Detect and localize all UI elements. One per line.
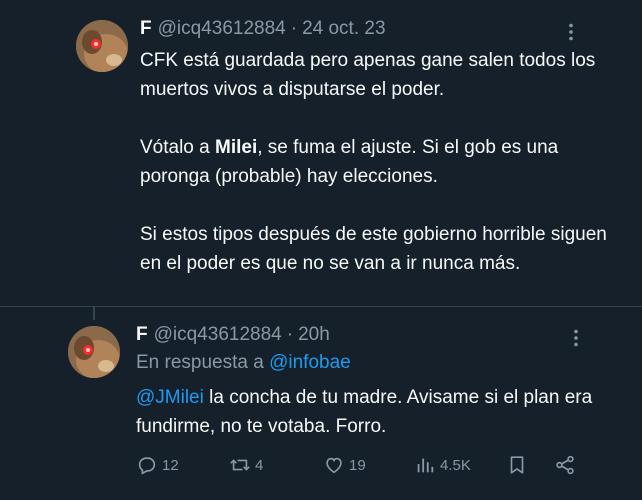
share-button[interactable] bbox=[554, 454, 580, 476]
share-icon bbox=[556, 455, 574, 475]
tweet-paragraph-2: Vótalo a Milei, se fuma el ajuste. Si el… bbox=[140, 133, 610, 191]
display-name[interactable]: F bbox=[136, 324, 148, 346]
retweet-button[interactable]: 4 bbox=[229, 454, 263, 476]
retweet-count: 4 bbox=[255, 456, 264, 474]
bold-text: Milei bbox=[215, 137, 258, 158]
separator-dot: · bbox=[290, 18, 298, 39]
tweet-paragraph-3: Si estos tipos después de este gobierno … bbox=[140, 224, 607, 274]
bookmark-button[interactable] bbox=[506, 454, 532, 476]
more-icon[interactable] bbox=[566, 328, 586, 348]
avatar[interactable] bbox=[76, 20, 128, 72]
views-icon bbox=[417, 458, 434, 473]
reply-button[interactable]: 12 bbox=[136, 454, 179, 476]
reply-to-link[interactable]: @infobae bbox=[269, 352, 351, 373]
action-bar: 12 4 19 4.5K bbox=[136, 454, 586, 478]
avatar[interactable] bbox=[68, 326, 120, 378]
reply-prefix: En respuesta a bbox=[136, 352, 270, 373]
separator-dot: · bbox=[286, 324, 294, 345]
tweet-header: F @icq43612884 · 24 oct. 23 bbox=[140, 18, 386, 40]
views-count: 4.5K bbox=[440, 456, 471, 474]
reply-context: En respuesta a @infobae bbox=[136, 352, 351, 374]
tweet-parent[interactable]: F @icq43612884 · 24 oct. 23 CFK está gua… bbox=[0, 0, 642, 307]
mention-link[interactable]: @JMilei bbox=[136, 387, 204, 408]
reply-icon bbox=[138, 457, 156, 475]
tweet-text: CFK está guardada pero apenas gane salen… bbox=[140, 46, 610, 278]
bookmark-icon bbox=[510, 456, 524, 474]
user-handle[interactable]: @icq43612884 bbox=[158, 18, 286, 40]
tweet-date[interactable]: 20h bbox=[298, 324, 330, 346]
like-icon bbox=[326, 457, 342, 474]
like-button[interactable]: 19 bbox=[323, 454, 366, 476]
tweet-paragraph-1: CFK está guardada pero apenas gane salen… bbox=[140, 50, 596, 100]
tweet-date[interactable]: 24 oct. 23 bbox=[302, 18, 385, 40]
tweet-text: @JMilei la concha de tu madre. Avisame s… bbox=[136, 383, 596, 441]
retweet-icon bbox=[230, 459, 250, 471]
views-button[interactable]: 4.5K bbox=[414, 454, 471, 476]
text-run: la concha de tu madre. Avisame si el pla… bbox=[136, 387, 593, 437]
more-icon[interactable] bbox=[561, 22, 581, 42]
display-name[interactable]: F bbox=[140, 18, 152, 40]
like-count: 19 bbox=[349, 456, 366, 474]
reply-count: 12 bbox=[162, 456, 179, 474]
tweet-header: F @icq43612884 · 20h bbox=[136, 324, 330, 346]
user-handle[interactable]: @icq43612884 bbox=[154, 324, 282, 346]
thread-line bbox=[93, 306, 95, 320]
text-run: Vótalo a bbox=[140, 137, 215, 158]
